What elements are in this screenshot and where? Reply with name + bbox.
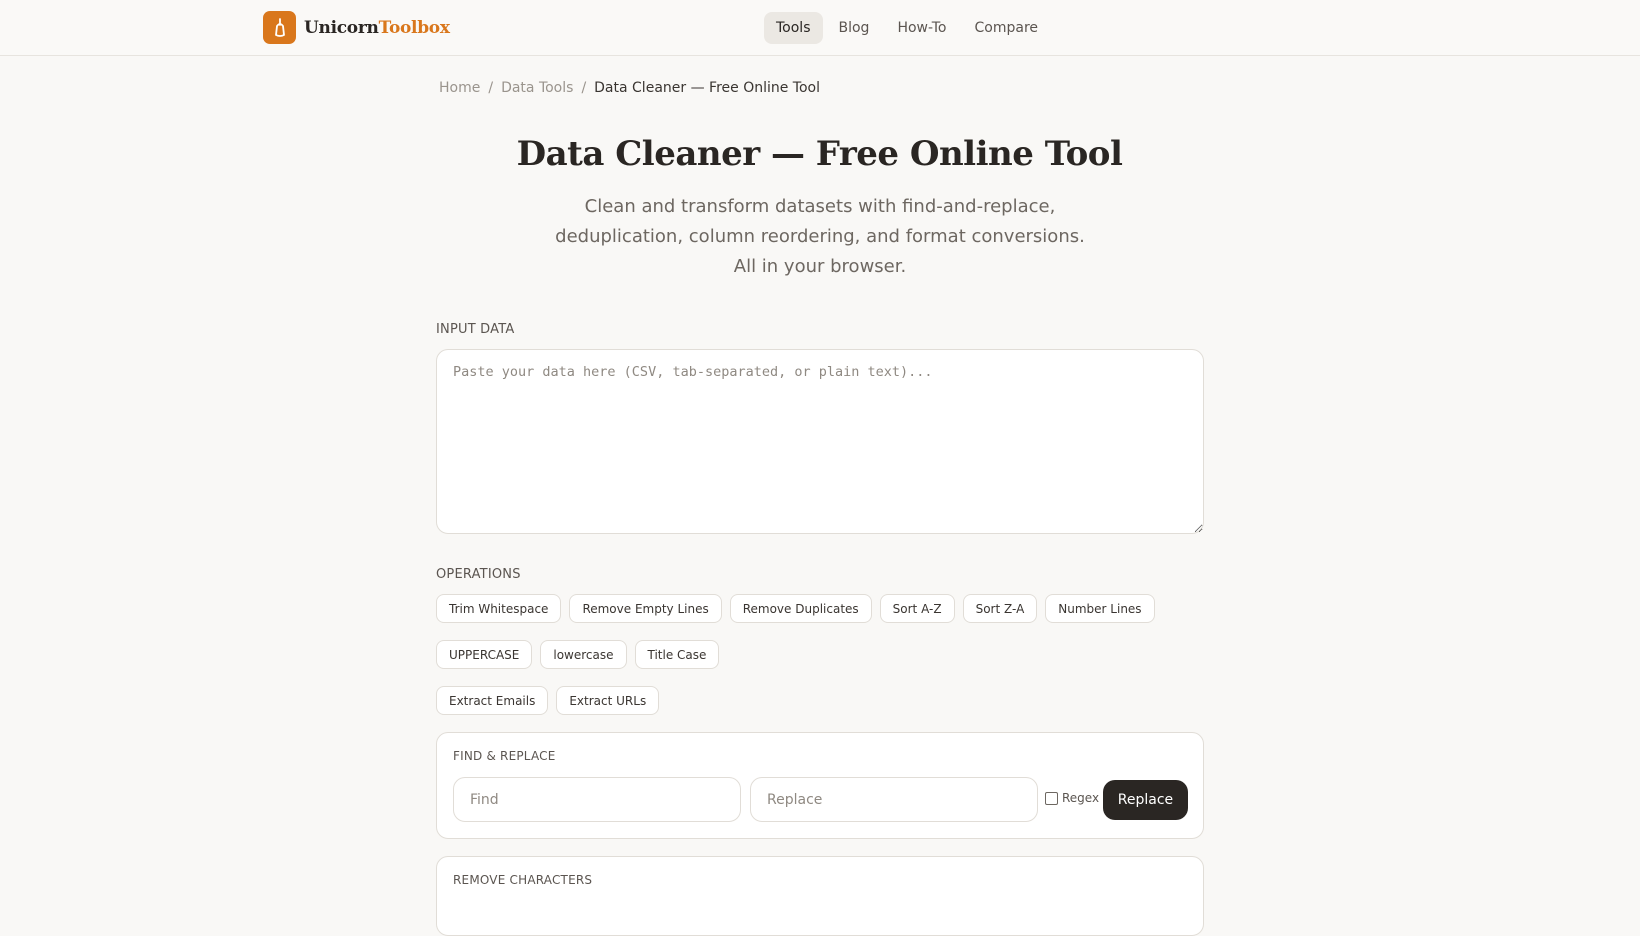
regex-label: Regex bbox=[1062, 791, 1100, 805]
page-title: Data Cleaner — Free Online Tool bbox=[516, 134, 1123, 174]
logo-text: UnicornToolbox bbox=[304, 18, 450, 38]
breadcrumb-data-tools[interactable]: Data Tools bbox=[501, 80, 573, 96]
input-data-textarea[interactable] bbox=[436, 349, 1204, 534]
breadcrumb-separator: / bbox=[581, 80, 587, 96]
input-data-label: INPUT DATA bbox=[436, 322, 515, 337]
find-input[interactable] bbox=[453, 777, 741, 822]
regex-checkbox[interactable] bbox=[1045, 791, 1058, 805]
remove-duplicates-button[interactable]: Remove Duplicates bbox=[729, 594, 872, 623]
nav-compare[interactable]: Compare bbox=[963, 12, 1051, 44]
brand-name-part1: Unicorn bbox=[304, 17, 379, 38]
operations-row-1: Trim Whitespace Remove Empty Lines Remov… bbox=[436, 594, 1155, 623]
trim-whitespace-button[interactable]: Trim Whitespace bbox=[436, 594, 562, 623]
replace-input[interactable] bbox=[750, 777, 1038, 822]
extract-urls-button[interactable]: Extract URLs bbox=[556, 686, 660, 715]
breadcrumb-home[interactable]: Home bbox=[439, 80, 480, 96]
extract-emails-button[interactable]: Extract Emails bbox=[436, 686, 549, 715]
nav-blog[interactable]: Blog bbox=[827, 12, 882, 44]
remove-empty-lines-button[interactable]: Remove Empty Lines bbox=[569, 594, 722, 623]
breadcrumb-current: Data Cleaner — Free Online Tool bbox=[594, 80, 820, 96]
title-case-button[interactable]: Title Case bbox=[634, 640, 720, 669]
operations-row-3: Extract Emails Extract URLs bbox=[436, 686, 660, 715]
operations-label: OPERATIONS bbox=[436, 567, 521, 582]
sort-a-z-button[interactable]: Sort A-Z bbox=[879, 594, 955, 623]
remove-characters-card: REMOVE CHARACTERS bbox=[436, 856, 1204, 936]
top-navigation-bar: UnicornToolbox Tools Blog How-To Compare bbox=[0, 0, 1640, 56]
page-subtitle: Clean and transform datasets with find-a… bbox=[555, 196, 1085, 277]
sort-z-a-button[interactable]: Sort Z-A bbox=[962, 594, 1038, 623]
breadcrumb-separator: / bbox=[488, 80, 494, 96]
logo[interactable]: UnicornToolbox bbox=[263, 11, 450, 44]
unicorn-logo-icon bbox=[263, 11, 296, 44]
main-nav: Tools Blog How-To Compare bbox=[764, 12, 1050, 44]
breadcrumb: Home / Data Tools / Data Cleaner — Free … bbox=[439, 80, 820, 96]
find-replace-card: FIND & REPLACE Regex Replace bbox=[436, 732, 1204, 839]
lowercase-button[interactable]: lowercase bbox=[540, 640, 627, 669]
nav-tools[interactable]: Tools bbox=[764, 12, 823, 44]
regex-option[interactable]: Regex bbox=[1045, 791, 1099, 805]
operations-row-2: UPPERCASE lowercase Title Case bbox=[436, 640, 720, 669]
uppercase-button[interactable]: UPPERCASE bbox=[436, 640, 533, 669]
replace-button[interactable]: Replace bbox=[1103, 780, 1188, 820]
nav-how-to[interactable]: How-To bbox=[885, 12, 958, 44]
brand-name-part2: Toolbox bbox=[378, 17, 450, 38]
remove-characters-label: REMOVE CHARACTERS bbox=[453, 873, 593, 887]
find-replace-label: FIND & REPLACE bbox=[453, 749, 556, 763]
number-lines-button[interactable]: Number Lines bbox=[1045, 594, 1155, 623]
